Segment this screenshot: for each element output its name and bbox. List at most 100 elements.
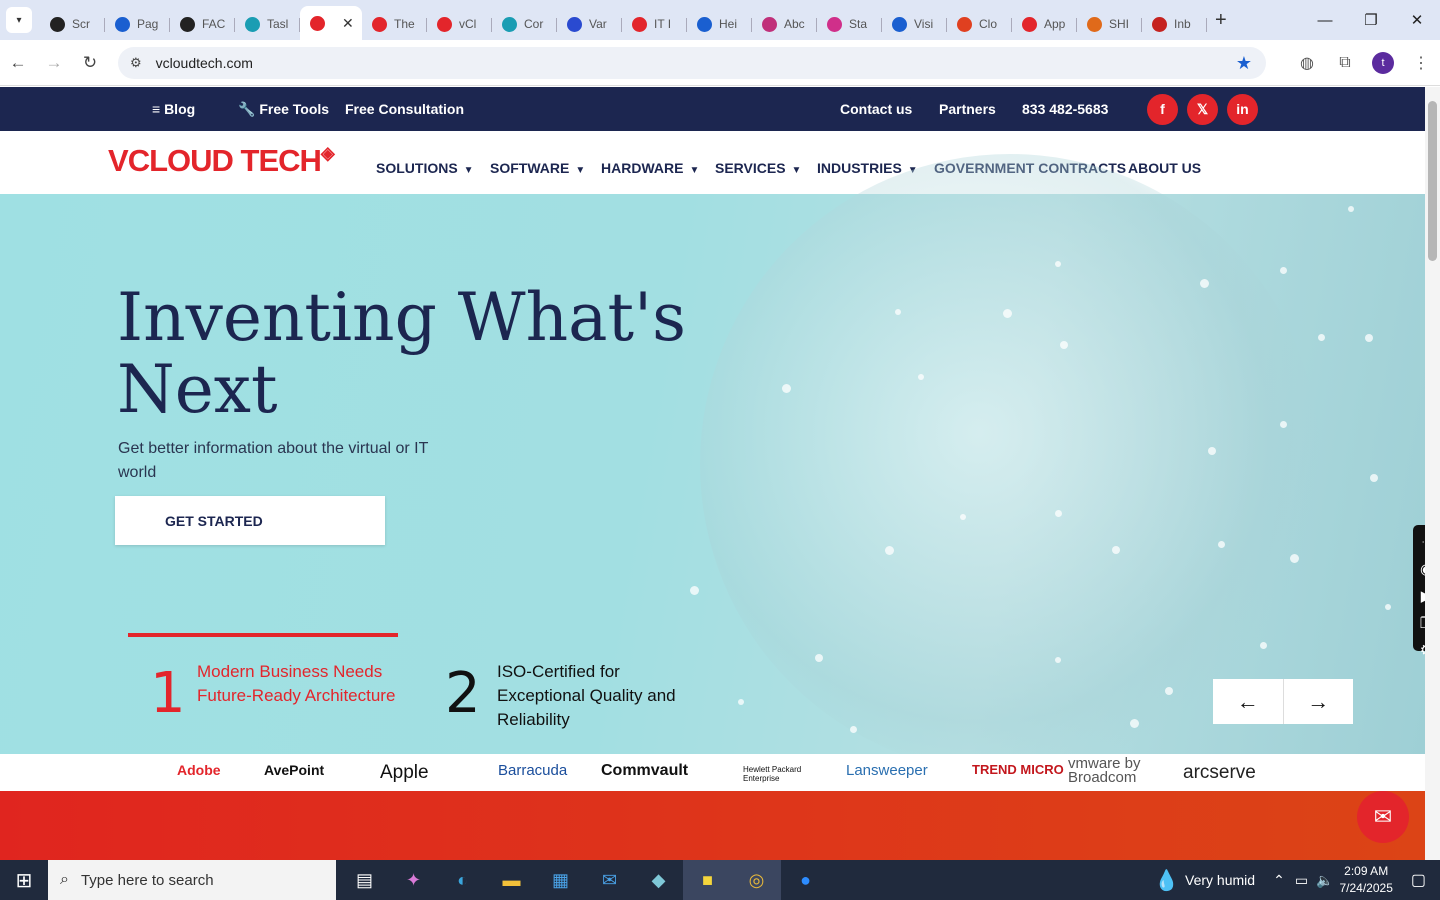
start-button[interactable]: ⊞ [0,868,48,893]
feature-text-1[interactable]: Modern Business Needs Future-Ready Archi… [197,660,402,708]
network-node [782,384,791,393]
facebook-icon[interactable]: f [1147,94,1178,125]
brand-logo[interactable]: TREND MICRO [972,762,1064,777]
forward-button[interactable]: → [36,53,72,73]
brand-logo[interactable]: Apple [380,762,429,784]
sticky-notes-icon[interactable]: ■ [683,860,732,900]
brand-logo[interactable]: Hewlett Packard Enterprise [743,765,803,783]
chat-widget-button[interactable]: ✉ [1357,791,1409,843]
app-icon[interactable]: ◆ [634,860,683,900]
nav-solutions[interactable]: SOLUTIONS ▼ [376,160,474,176]
bookmark-star-icon[interactable]: ★ [1236,53,1252,74]
browser-tab[interactable]: Cor [492,8,557,40]
scrollbar-thumb[interactable] [1428,101,1437,261]
maximize-button[interactable]: ❐ [1348,0,1394,40]
network-node [1365,334,1373,342]
store-icon[interactable]: ▦ [536,860,585,900]
zoom-icon[interactable]: ● [781,860,830,900]
edge-icon[interactable]: ◐ [438,860,487,900]
brand-logo[interactable]: arcserve [1183,762,1256,784]
site-logo[interactable]: VCLOUD TECH◈ [108,143,335,179]
contact-link[interactable]: Contact us [840,101,912,117]
brand-logo[interactable]: Adobe [177,762,221,778]
free-consultation-link[interactable]: Free Consultation [345,101,464,117]
browser-tab[interactable]: The [362,8,427,40]
close-window-button[interactable]: ✕ [1394,0,1440,40]
prev-slide-button[interactable]: ← [1213,679,1284,724]
browser-tab[interactable]: Scr [40,8,105,40]
translate-icon[interactable]: ◍ [1288,53,1326,73]
network-node [1060,341,1068,349]
brand-logo[interactable]: Barracuda [498,762,567,779]
browser-tab[interactable]: Abc [752,8,817,40]
browser-tab[interactable]: FAC [170,8,235,40]
browser-tab[interactable]: Sta [817,8,882,40]
browser-tab[interactable]: Hei [687,8,752,40]
network-node [1370,474,1378,482]
site-info-icon[interactable]: ⚙ [130,55,142,71]
brand-logo[interactable]: Commvault [601,762,688,780]
network-icon[interactable]: ▭ [1295,872,1308,889]
omnibox[interactable]: ⚙ vcloudtech.com ★ [118,47,1266,79]
task-view-icon[interactable]: ▤ [340,860,389,900]
free-tools-link[interactable]: 🔧 Free Tools [238,101,329,118]
browser-tab[interactable]: Visi [882,8,947,40]
hero-title: Inventing What's Next [117,279,687,428]
browser-tab[interactable]: Pag [105,8,170,40]
brand-logo[interactable]: AvePoint [264,762,324,778]
feature-number-1[interactable]: 1 [150,664,186,724]
tab-search-button[interactable]: ▾ [6,7,32,33]
browser-tab[interactable]: SHI [1077,8,1142,40]
reload-button[interactable]: ↻ [72,53,108,73]
browser-tab[interactable]: Tasl [235,8,300,40]
browser-tab[interactable]: Var [557,8,622,40]
copilot-icon[interactable]: ✦ [389,860,438,900]
feature-number-2[interactable]: 2 [445,664,481,724]
taskbar-search[interactable]: ⌕ Type here to search [48,860,336,900]
new-tab-button[interactable]: + [1215,9,1227,32]
tab-title: Hei [719,17,738,31]
tab-close-icon[interactable]: ✕ [342,15,354,32]
chevron-up-icon[interactable]: ⌃ [1273,872,1285,889]
nav-about-us[interactable]: ABOUT US [1128,160,1201,176]
clock[interactable]: 2:09 AM 7/24/2025 [1339,863,1392,897]
blog-link[interactable]: ≡ Blog [152,101,195,117]
menu-kebab-icon[interactable]: ⋮ [1402,53,1440,73]
weather-icon[interactable]: 💧 [1154,868,1179,893]
browser-tab[interactable]: Inb [1142,8,1207,40]
page-scrollbar[interactable] [1425,87,1440,860]
network-node [1165,687,1173,695]
nav-services[interactable]: SERVICES ▼ [715,160,801,176]
extensions-icon[interactable]: ⧉ [1326,54,1364,72]
back-button[interactable]: ← [0,53,36,73]
volume-icon[interactable]: 🔈 [1316,872,1333,889]
browser-tab[interactable]: App [1012,8,1077,40]
brand-logo[interactable]: vmware by Broadcom [1068,756,1168,785]
chrome-icon[interactable]: ◎ [732,860,781,900]
next-slide-button[interactable]: → [1284,679,1354,724]
weather-text[interactable]: Very humid [1185,872,1255,888]
browser-tab[interactable]: vCl [427,8,492,40]
tab-favicon-icon [1022,16,1037,32]
minimize-button[interactable]: — [1302,0,1348,40]
file-explorer-icon[interactable]: ▬ [487,860,536,900]
tab-favicon-icon [567,16,582,32]
nav-software[interactable]: SOFTWARE ▼ [490,160,585,176]
browser-tab[interactable]: ✕ [300,6,362,40]
tab-favicon-icon [762,16,777,32]
mail-icon[interactable]: ✉ [585,860,634,900]
brand-logo[interactable]: Lansweeper [846,762,928,779]
tab-favicon-icon [310,15,325,31]
x-twitter-icon[interactable]: 𝕏 [1187,94,1218,125]
feature-text-2[interactable]: ISO-Certified for Exceptional Quality an… [497,660,702,732]
notifications-icon[interactable]: ▢ [1411,870,1426,890]
nav-hardware[interactable]: HARDWARE ▼ [601,160,699,176]
phone-link[interactable]: 833 482-5683 [1022,101,1108,117]
browser-tab[interactable]: Clo [947,8,1012,40]
profile-avatar[interactable]: t [1372,52,1394,74]
partners-link[interactable]: Partners [939,101,996,117]
linkedin-icon[interactable]: in [1227,94,1258,125]
get-started-button[interactable]: GET STARTED [115,496,385,545]
browser-tab[interactable]: IT I [622,8,687,40]
network-node [1055,657,1061,663]
